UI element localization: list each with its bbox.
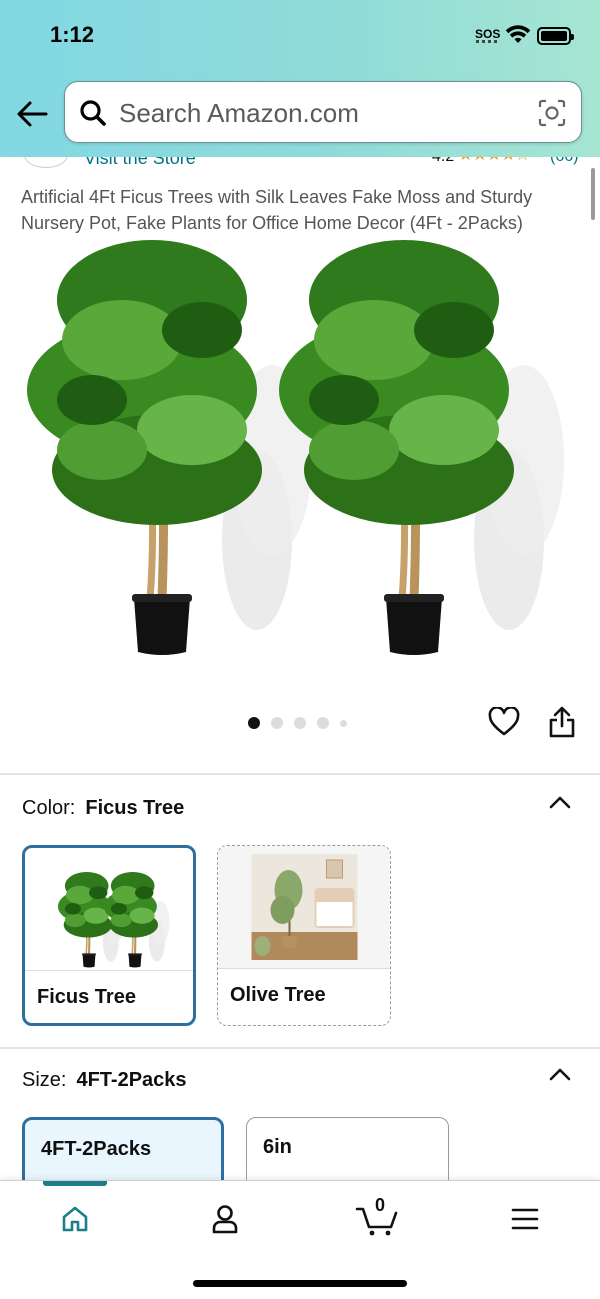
color-option-olive-tree[interactable]: Olive Tree <box>217 845 391 1026</box>
search-icon <box>80 100 106 126</box>
section-divider <box>0 773 600 775</box>
scrollbar[interactable] <box>591 168 595 220</box>
chevron-up-icon[interactable] <box>548 1064 572 1084</box>
tab-cart[interactable]: 0 <box>353 1195 401 1239</box>
color-selected-value: Ficus Tree <box>85 797 185 819</box>
back-arrow-icon <box>17 101 48 127</box>
carousel-dot[interactable] <box>271 717 283 729</box>
heart-icon <box>488 706 520 736</box>
color-option-label: Olive Tree <box>230 984 326 1006</box>
size-section-label: Size: 4FT-2Packs <box>22 1069 187 1092</box>
sos-indicator: SOS <box>475 27 501 41</box>
image-carousel-dots[interactable] <box>248 717 347 729</box>
share-icon <box>549 706 575 738</box>
size-label: Size: <box>22 1069 67 1091</box>
color-section-label: Color: Ficus Tree <box>22 797 184 820</box>
size-option-label: 6in <box>263 1136 292 1158</box>
battery-icon <box>537 27 574 45</box>
active-tab-indicator <box>43 1181 107 1186</box>
wishlist-button[interactable] <box>488 706 520 742</box>
ficus-tree-thumbnail <box>56 870 171 969</box>
camera-search-icon[interactable] <box>537 98 567 128</box>
tab-menu[interactable] <box>503 1199 547 1239</box>
search-input[interactable] <box>119 94 519 132</box>
search-box[interactable] <box>64 81 582 143</box>
carousel-dot[interactable] <box>248 717 260 729</box>
signal-dots <box>476 40 498 43</box>
color-option-label: Ficus Tree <box>37 986 136 1008</box>
home-indicator <box>193 1280 407 1287</box>
chevron-up-icon[interactable] <box>548 792 572 812</box>
tab-account[interactable] <box>203 1199 247 1239</box>
home-icon <box>62 1206 88 1232</box>
status-time: 1:12 <box>50 22 95 47</box>
size-selected-value: 4FT-2Packs <box>76 1069 187 1091</box>
wifi-icon <box>505 25 531 43</box>
header: 1:12 SOS <box>0 0 600 157</box>
size-option-label: 4FT-2Packs <box>41 1138 152 1160</box>
tab-home[interactable] <box>53 1199 97 1239</box>
color-option-ficus-tree[interactable]: Ficus Tree <box>22 845 196 1026</box>
olive-tree-thumbnail <box>218 846 390 968</box>
share-button[interactable] <box>548 705 576 744</box>
account-icon <box>212 1205 238 1234</box>
carousel-dot[interactable] <box>294 717 306 729</box>
bottom-tab-bar: 0 <box>0 1180 600 1299</box>
product-image[interactable] <box>0 240 600 680</box>
menu-icon <box>511 1208 539 1230</box>
section-divider <box>0 1047 600 1049</box>
carousel-dot[interactable] <box>317 717 329 729</box>
carousel-dot[interactable] <box>340 719 347 727</box>
cart-count-badge: 0 <box>375 1195 386 1215</box>
back-button[interactable] <box>14 96 50 132</box>
product-title: Artificial 4Ft Ficus Trees with Silk Lea… <box>21 187 533 233</box>
color-label: Color: <box>22 797 76 819</box>
